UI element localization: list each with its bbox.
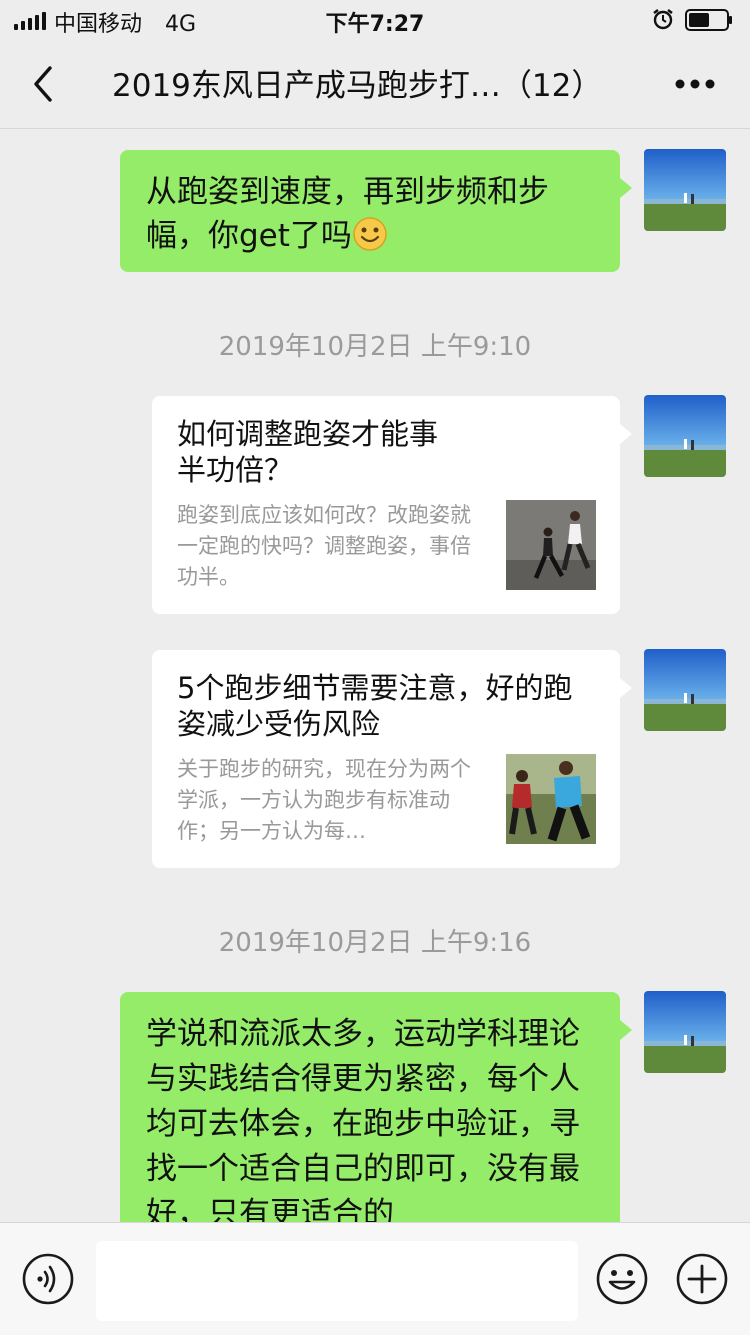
input-bar [0, 1222, 750, 1335]
smiley-emoji [353, 217, 387, 251]
chevron-left-icon[interactable] [28, 64, 58, 104]
chat-header: 2019东风日产成马跑步打…（12） [0, 40, 750, 129]
card-description: 关于跑步的研究，现在分为两个学派，一方认为跑步有标准动作；另一方认为每… [177, 757, 471, 843]
message-bubble[interactable]: 学说和流派太多，运动学科理论与实践结合得更为紧密，每个人均可去体会，在跑步中验证… [120, 992, 632, 1232]
avatar[interactable] [644, 991, 726, 1073]
more-icon[interactable] [674, 78, 716, 90]
card-description: 跑姿到底应该如何改？改跑姿就一定跑的快吗？调整跑姿，事倍功半。 [177, 503, 471, 589]
voice-icon[interactable] [22, 1253, 74, 1305]
message-text: 学说和流派太多，运动学科理论与实践结合得更为紧密，每个人均可去体会，在跑步中验证… [146, 1016, 580, 1232]
alarm-icon [653, 9, 673, 30]
plus-icon[interactable] [676, 1253, 728, 1305]
message-text: 从跑姿到速度，再到步频和步幅，你get了吗 [146, 174, 549, 254]
chat-title: 2019东风日产成马跑步打…（12） [112, 68, 603, 104]
runners-photo [506, 754, 596, 844]
message-timestamp: 2019年10月2日 上午9:16 [218, 928, 532, 958]
link-card[interactable]: 如何调整跑姿才能事半功倍？ 跑姿到底应该如何改？改跑姿就一定跑的快吗？调整跑姿，… [152, 396, 632, 614]
message-input[interactable] [96, 1241, 578, 1321]
link-card[interactable]: 5个跑步细节需要注意，好的跑姿减少受伤风险 关于跑步的研究，现在分为两个学派，一… [152, 650, 632, 868]
status-bar: 中国移动 4G 下午7:27 [0, 0, 750, 40]
status-time: 下午7:27 [325, 12, 425, 37]
message-bubble[interactable]: 从跑姿到速度，再到步频和步幅，你get了吗 [120, 150, 632, 272]
emoji-icon[interactable] [596, 1253, 648, 1305]
card-title: 5个跑步细节需要注意，好的跑姿减少受伤风险 [177, 671, 573, 741]
battery-icon [685, 9, 732, 31]
runners-photo [506, 500, 596, 590]
avatar[interactable] [644, 395, 726, 477]
card-title: 如何调整跑姿才能事半功倍？ [177, 417, 439, 487]
avatar[interactable] [644, 649, 726, 731]
message-timestamp: 2019年10月2日 上午9:10 [218, 332, 532, 362]
avatar[interactable] [644, 149, 726, 231]
